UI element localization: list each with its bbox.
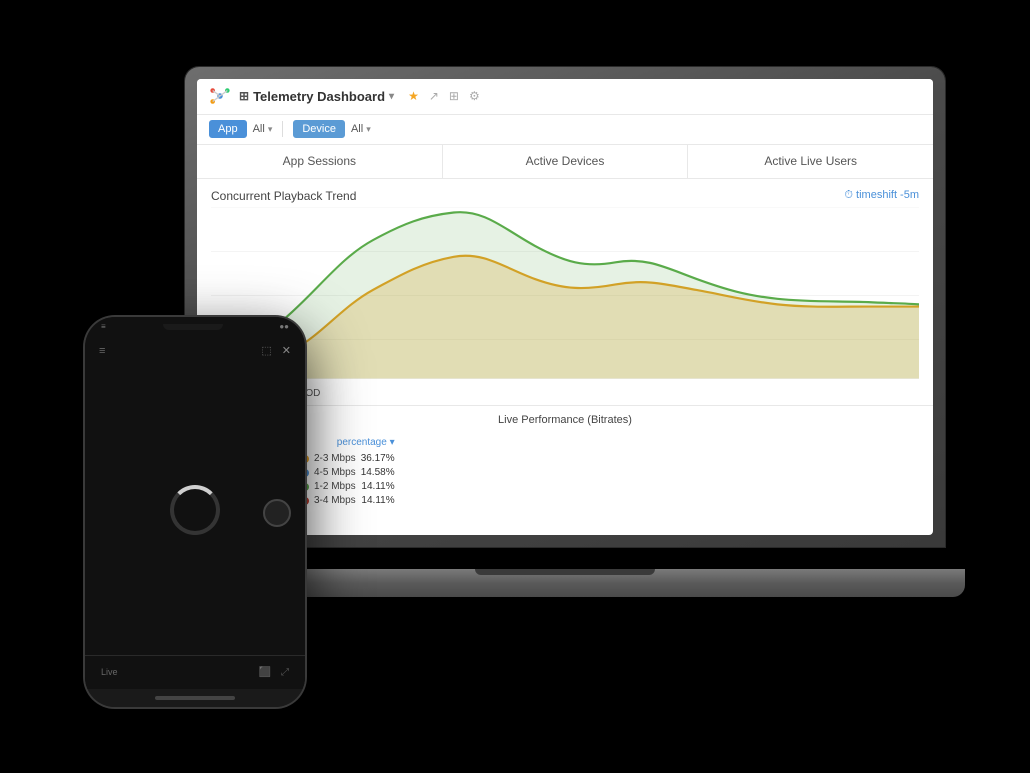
pie-item-3: 3-4 Mbps 14.11% [301,495,395,506]
pie-section: Live Performance (Bitrates) [197,406,933,535]
dashboard-title-text: Telemetry Dashboard [253,89,385,104]
all-dropdown-1[interactable]: All ▾ [253,123,273,135]
pie-item-2: 1-2 Mbps 14.11% [301,481,395,492]
pie-item-0: 2-3 Mbps 36.17% [301,453,395,464]
share-icon[interactable]: ↗ [429,89,439,103]
app-filter-btn[interactable]: App [209,120,247,138]
chart-area: Concurrent Playback Trend ⏱ timeshift -5… [197,179,933,405]
phone-close-btn[interactable]: ✕ [282,344,291,357]
tab-active-live-users[interactable]: Active Live Users [688,145,933,178]
chart-svg: 0 [211,207,919,384]
phone-notch [163,324,223,330]
title-dropdown-arrow[interactable]: ▾ [389,91,394,102]
phone-home-indicator [85,689,305,707]
timeshift-control[interactable]: ⏱ timeshift -5m [844,189,919,202]
phone-signal-icon: ●● [279,322,289,331]
filter-separator [282,121,283,137]
settings-icon[interactable]: ⚙ [469,89,480,103]
phone-cast-icon[interactable]: ⬚ [261,344,271,357]
dash-title: ⊞ Telemetry Dashboard ▾ [239,89,394,104]
pie-title: Live Performance (Bitrates) [209,414,921,426]
tab-active-devices[interactable]: Active Devices [443,145,689,178]
dashboard: ⊞ Telemetry Dashboard ▾ ★ ↗ ⊞ ⚙ [197,79,933,535]
phone-camera-btn[interactable] [263,499,291,527]
pie-sort-btn[interactable]: percentage ▾ [301,437,395,448]
chart-legend: LIVE VOD [211,388,919,399]
phone-menu-btn[interactable]: ≡ [99,345,105,357]
topbar-icons: ★ ↗ ⊞ ⚙ [408,89,480,103]
phone-topbar: ≡ ⬚ ✕ [85,337,305,365]
phone-screen: ≡ ⬚ ✕ Live ⬛ ⤢ [85,337,305,689]
spinner-area [85,365,305,655]
chart-title: Concurrent Playback Trend [211,189,356,203]
all-dropdown-2[interactable]: All ▾ [351,123,371,135]
scene: ⊞ Telemetry Dashboard ▾ ★ ↗ ⊞ ⚙ [85,47,945,727]
phone-top-right: ⬚ ✕ [261,344,291,357]
save-icon[interactable]: ⊞ [449,89,459,103]
tab-app-sessions[interactable]: App Sessions [197,145,443,178]
chevron-down-icon-2: ▾ [366,124,371,135]
phone-screen-icon[interactable]: ⬛ [259,667,271,678]
chevron-down-icon: ▾ [268,124,273,135]
filterbar: App All ▾ Device All ▾ [197,115,933,145]
metric-tabs: App Sessions Active Devices Active Live … [197,145,933,179]
pie-content: percentage ▾ 2-3 Mbps 36.17% 4-5 Mbps [209,432,921,512]
phone-statusbar: ≡ ●● [85,317,305,337]
device-filter-btn[interactable]: Device [293,120,345,138]
bottom-section: Live Performance (Bitrates) [197,405,933,535]
phone-expand-icon[interactable]: ⤢ [281,667,289,678]
laptop-screen: ⊞ Telemetry Dashboard ▾ ★ ↗ ⊞ ⚙ [197,79,933,535]
loading-spinner [170,485,220,535]
logo-icon [209,85,231,107]
phone: ≡ ●● ≡ ⬚ ✕ Live ⬛ ⤢ [85,317,305,707]
grid-icon: ⊞ [239,89,249,103]
topbar: ⊞ Telemetry Dashboard ▾ ★ ↗ ⊞ ⚙ [197,79,933,115]
home-bar [155,696,235,700]
pie-legend: percentage ▾ 2-3 Mbps 36.17% 4-5 Mbps [301,437,395,506]
phone-live-label: Live [101,667,118,677]
chart-header: Concurrent Playback Trend ⏱ timeshift -5… [211,189,919,203]
star-icon[interactable]: ★ [408,89,419,103]
phone-bottom-icons: ⬛ ⤢ [259,667,289,678]
phone-menu-icon: ≡ [101,322,106,331]
chart-svg-container: 0 [211,207,919,384]
pie-item-1: 4-5 Mbps 14.58% [301,467,395,478]
phone-bottombar: Live ⬛ ⤢ [85,655,305,689]
